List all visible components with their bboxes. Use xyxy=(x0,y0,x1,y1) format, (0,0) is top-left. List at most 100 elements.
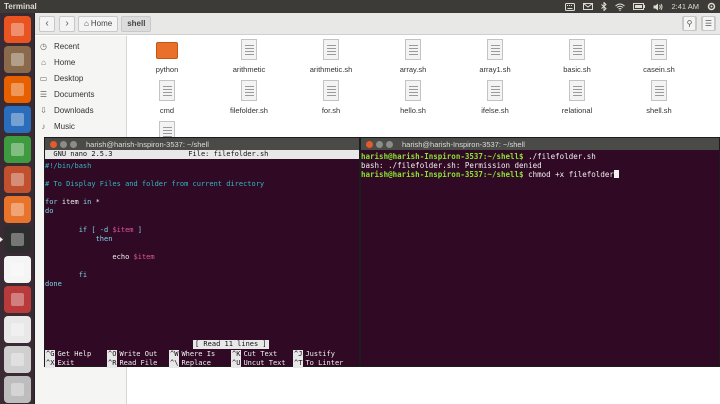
bluetooth-icon[interactable] xyxy=(601,2,608,11)
sidebar-item-recent[interactable]: ◷ Recent xyxy=(35,38,126,54)
nano-shortcut: ^G Get Help xyxy=(45,350,107,359)
shortcut-label: Replace xyxy=(181,359,211,367)
battery-icon[interactable] xyxy=(633,3,646,10)
launcher-amazon-button[interactable] xyxy=(4,256,31,283)
sidebar-item-label: Documents xyxy=(54,89,95,99)
launcher-text-editor-button[interactable] xyxy=(4,316,31,343)
mail-icon[interactable] xyxy=(583,3,594,10)
sidebar-item-documents[interactable]: ☰ Documents xyxy=(35,86,126,102)
keyboard-icon[interactable] xyxy=(565,2,576,11)
sidebar-item-music[interactable]: ♪ Music xyxy=(35,118,126,134)
sidebar-item-label: Music xyxy=(54,121,75,131)
minimize-icon[interactable] xyxy=(60,140,67,148)
nano-shortcut: ^\ Replace xyxy=(169,359,231,368)
nano-shortcut: ^K Cut Text xyxy=(231,350,293,359)
shortcut-key: ^T xyxy=(293,359,304,368)
power-gear-icon[interactable] xyxy=(707,2,716,11)
file-item[interactable]: array.sh xyxy=(381,37,445,79)
text-cursor xyxy=(613,170,619,179)
nano-editor[interactable]: #!/bin/bash # To Display Files and folde… xyxy=(45,162,359,289)
file-item[interactable]: shell.sh xyxy=(627,78,691,120)
file-item[interactable]: ifelse.sh xyxy=(463,78,527,120)
nano-shortcut: ^O Write Out xyxy=(107,350,169,359)
breadcrumb-home-label: Home xyxy=(90,19,113,28)
file-name: hello.sh xyxy=(400,106,426,115)
code-line: done xyxy=(45,280,62,289)
file-item[interactable]: basic.sh xyxy=(545,37,609,79)
music-icon: ♪ xyxy=(41,121,46,131)
text-file-icon xyxy=(569,80,585,101)
file-item[interactable]: relational xyxy=(545,78,609,120)
close-icon[interactable] xyxy=(50,140,57,148)
launcher-trash-button[interactable] xyxy=(4,376,31,403)
list-view-button[interactable]: ☰ xyxy=(701,16,716,31)
breadcrumb-current[interactable]: shell xyxy=(121,15,152,32)
text-file-icon xyxy=(159,80,175,101)
terminal-line: harish@harish-Inspiron-3537:~/shell$ chm… xyxy=(361,170,619,179)
shortcut-key: ^J xyxy=(293,350,304,359)
launcher-software-center-button[interactable] xyxy=(4,196,31,223)
launcher-drive-button[interactable] xyxy=(4,346,31,373)
file-item[interactable]: cmd xyxy=(135,78,199,120)
search-button[interactable]: ⚲ xyxy=(682,16,697,31)
file-name: cmd xyxy=(159,106,175,115)
sidebar-item-desktop[interactable]: ▭ Desktop xyxy=(35,70,126,86)
indicator-area: 2:41 AM xyxy=(565,0,716,13)
file-item[interactable]: filefolder.sh xyxy=(217,78,281,120)
writer-icon xyxy=(11,113,24,126)
list-icon: ☰ xyxy=(702,16,715,31)
launcher-firefox-button[interactable] xyxy=(4,76,31,103)
text-file-icon xyxy=(405,80,421,101)
file-name: casein.sh xyxy=(643,65,675,74)
back-button[interactable]: ‹ xyxy=(39,15,55,32)
file-item[interactable]: arithmetic xyxy=(217,37,281,79)
impress-icon xyxy=(11,173,24,186)
file-item[interactable]: hello.sh xyxy=(381,78,445,120)
shortcut-key: ^X xyxy=(45,359,56,368)
nano-shortcut: ^R Read File xyxy=(107,359,169,368)
file-item[interactable]: casein.sh xyxy=(627,37,691,79)
code-line: #!/bin/bash xyxy=(45,162,92,170)
launcher-writer-button[interactable] xyxy=(4,106,31,133)
launcher-ubuntu-logo-button[interactable] xyxy=(4,16,31,43)
nano-status-bar: [ Read 11 lines ] xyxy=(193,340,269,349)
forward-button[interactable]: › xyxy=(59,15,75,32)
sidebar-item-home[interactable]: ⌂ Home xyxy=(35,54,126,70)
launcher-calc-button[interactable] xyxy=(4,136,31,163)
downloads-icon: ⇩ xyxy=(40,105,47,115)
active-app-title: Terminal xyxy=(4,2,37,11)
file-item[interactable]: for.sh xyxy=(299,78,363,120)
shell-terminal-window[interactable]: harish@harish-Inspiron-3537: ~/shell har… xyxy=(360,137,720,367)
launcher-terminal-button[interactable] xyxy=(0,226,31,253)
nano-version: GNU nano 2.5.3 xyxy=(45,150,113,158)
nano-title-bar[interactable]: harish@harish-Inspiron-3537: ~/shell xyxy=(45,138,359,150)
close-icon[interactable] xyxy=(366,140,373,148)
text-file-icon xyxy=(651,80,667,101)
maximize-icon[interactable] xyxy=(70,140,77,148)
text-file-icon xyxy=(651,39,667,60)
shortcut-key: ^K xyxy=(231,350,242,359)
nano-terminal-window[interactable]: harish@harish-Inspiron-3537: ~/shell GNU… xyxy=(44,137,360,368)
terminal-window-title: harish@harish-Inspiron-3537: ~/shell xyxy=(402,139,525,149)
folder-item[interactable]: python xyxy=(135,37,199,79)
sidebar-item-downloads[interactable]: ⇩ Downloads xyxy=(35,102,126,118)
text-file-icon xyxy=(323,39,339,60)
file-item[interactable]: array1.sh xyxy=(463,37,527,79)
file-item[interactable]: arithmetic.sh xyxy=(299,37,363,79)
nano-help-bar: ^G Get Help ^O Write Out ^W Where Is ^K Cut Tex… xyxy=(45,350,359,368)
desktop: Terminal 2:41 AM ‹ › ⌂ Home shell ⚲ ☰ ◷ … xyxy=(0,0,720,404)
maximize-icon[interactable] xyxy=(386,140,393,148)
shortcut-key: ^G xyxy=(45,350,56,359)
clock[interactable]: 2:41 AM xyxy=(671,2,699,11)
volume-icon[interactable] xyxy=(653,3,663,11)
shortcut-key: ^W xyxy=(169,350,180,359)
launcher-settings-button[interactable] xyxy=(4,286,31,313)
terminal-output[interactable]: harish@harish-Inspiron-3537:~/shell$ ./f… xyxy=(361,152,619,179)
launcher-files-button[interactable] xyxy=(4,46,31,73)
folder-icon xyxy=(156,42,178,59)
minimize-icon[interactable] xyxy=(376,140,383,148)
launcher-impress-button[interactable] xyxy=(4,166,31,193)
terminal-title-bar[interactable]: harish@harish-Inspiron-3537: ~/shell xyxy=(361,138,719,150)
wifi-icon[interactable] xyxy=(615,3,626,11)
breadcrumb-home[interactable]: ⌂ Home xyxy=(78,15,119,32)
